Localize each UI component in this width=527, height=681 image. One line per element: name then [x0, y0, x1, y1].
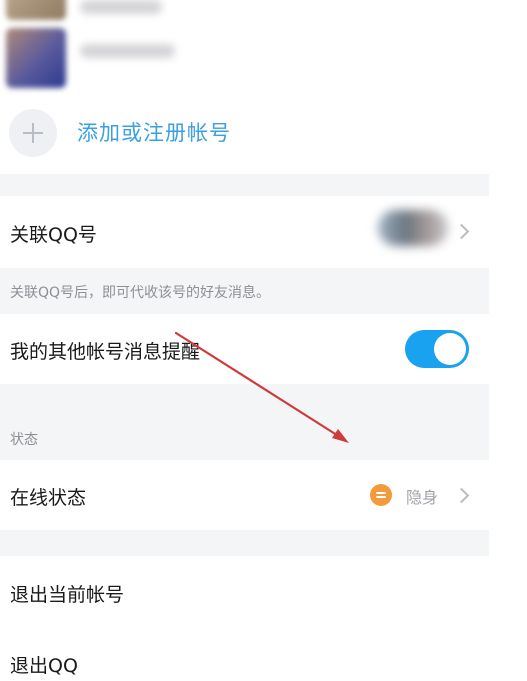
chevron-right-icon [453, 487, 470, 504]
quit-qq-row[interactable]: 退出QQ [0, 628, 489, 681]
linked-qq-note-area: 关联QQ号后，即可代收该号的好友消息。 [0, 268, 489, 314]
logout-account-row[interactable]: 退出当前帐号 [0, 556, 489, 628]
settings-panel: 添加或注册帐号 关联QQ号 关联QQ号后，即可代收该号的好友消息。 我的其他帐号… [0, 0, 489, 681]
right-margin [489, 0, 527, 681]
linked-qq-note: 关联QQ号后，即可代收该号的好友消息。 [10, 285, 271, 301]
add-account-row[interactable]: 添加或注册帐号 [0, 92, 489, 174]
linked-qq-row[interactable]: 关联QQ号 [0, 196, 489, 268]
linked-qq-label: 关联QQ号 [10, 224, 97, 246]
other-accounts-notify-toggle[interactable] [405, 330, 469, 368]
logout-account-label: 退出当前帐号 [10, 584, 125, 606]
other-accounts-notify-row: 我的其他帐号消息提醒 [0, 314, 489, 384]
plus-icon [9, 109, 57, 157]
online-status-value: 隐身 [406, 488, 439, 507]
avatar [6, 0, 66, 20]
quit-qq-label: 退出QQ [10, 655, 78, 677]
account-name-blurred [80, 0, 162, 14]
online-status-label: 在线状态 [10, 487, 87, 509]
other-accounts-notify-label: 我的其他帐号消息提醒 [10, 341, 201, 363]
account-item-2[interactable] [0, 26, 489, 92]
account-name-blurred [80, 44, 175, 58]
section-divider [0, 530, 489, 556]
online-status-row[interactable]: 在线状态 隐身 [0, 460, 489, 530]
linked-qq-avatars-blurred [378, 210, 448, 246]
status-section-header: 状态 [0, 384, 489, 460]
section-divider [0, 174, 489, 196]
toggle-knob [434, 333, 466, 365]
invisible-status-icon [370, 484, 392, 506]
add-account-label: 添加或注册帐号 [77, 121, 231, 145]
status-section-title: 状态 [10, 432, 38, 448]
chevron-right-icon [453, 223, 470, 240]
avatar [6, 28, 66, 88]
account-item-1[interactable] [0, 0, 489, 26]
